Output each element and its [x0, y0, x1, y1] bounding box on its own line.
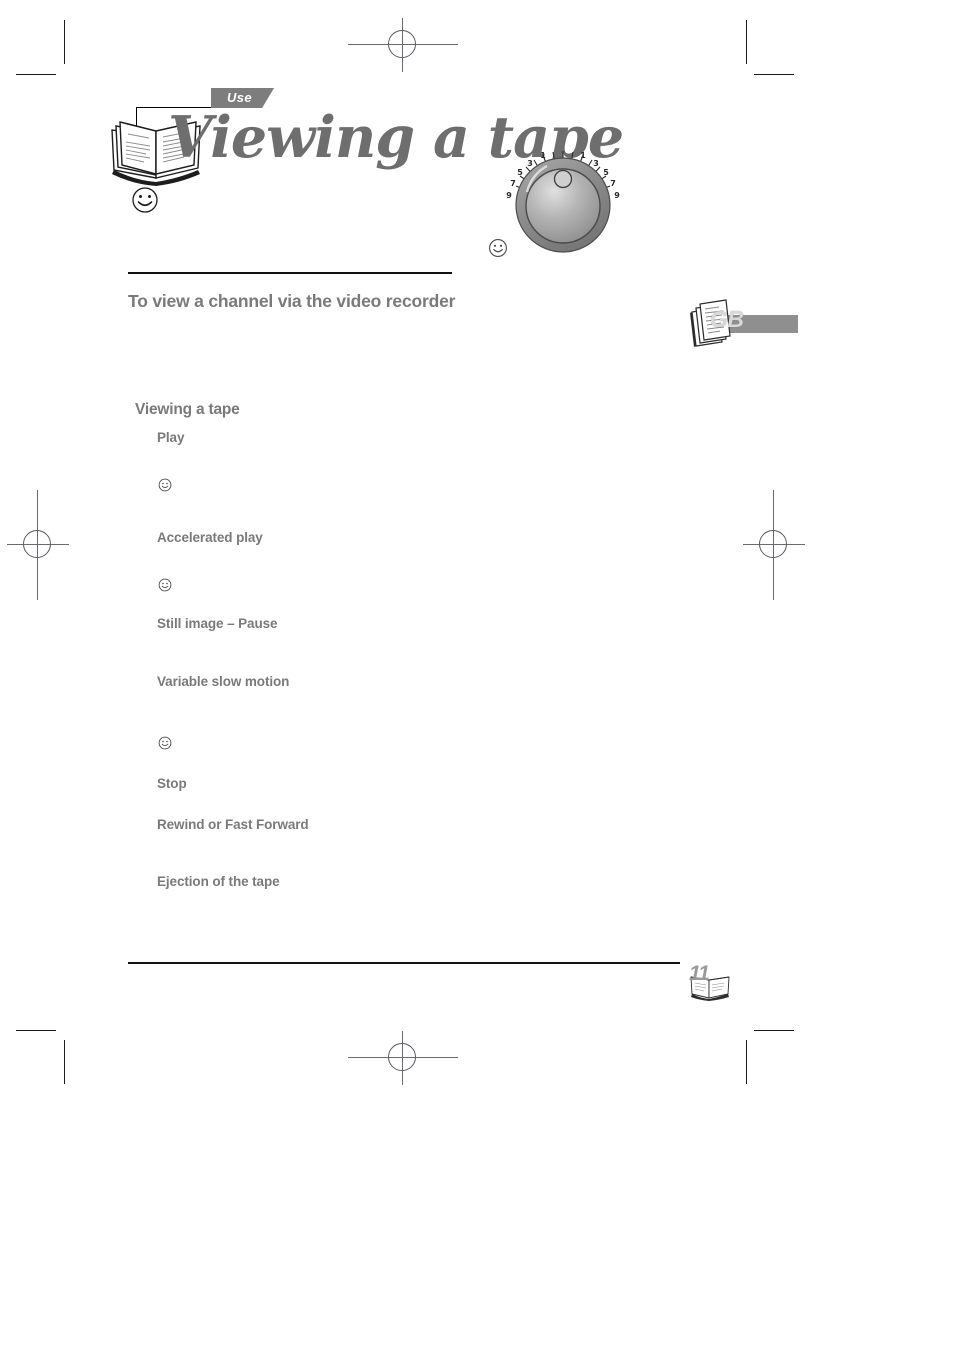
crop-mark-bottom-left-horizontal	[16, 1030, 56, 1031]
footer-divider	[128, 962, 680, 964]
smiley-face-icon	[158, 578, 172, 592]
smiley-face-icon	[489, 239, 507, 257]
crop-mark-top-left-horizontal	[16, 74, 56, 75]
svg-text:7: 7	[510, 179, 516, 188]
list-item: Variable slow motion	[157, 674, 290, 689]
rotary-shuttle-dial-icon: 0 1 3 5 7 9 1 3 5 7 9	[506, 151, 620, 253]
language-tab-label: GB	[710, 306, 744, 332]
crop-mark-bottom-right-horizontal	[754, 1030, 794, 1031]
svg-text:1: 1	[540, 151, 546, 160]
svg-text:7: 7	[610, 179, 616, 188]
list-item: Rewind or Fast Forward	[157, 817, 309, 832]
svg-text:9: 9	[506, 191, 512, 200]
page-number: 11	[689, 962, 710, 985]
section-divider-top	[128, 272, 452, 274]
sub-heading: Viewing a tape	[135, 401, 240, 418]
svg-text:5: 5	[517, 168, 523, 177]
crop-mark-top-left-vertical	[64, 20, 65, 64]
registration-ring	[388, 1043, 416, 1071]
svg-text:3: 3	[527, 159, 533, 168]
document-page: Use Viewing a tape 1 3 5 7 9 1 3 5 7 9 G…	[0, 0, 954, 1351]
section-heading: To view a channel via the video recorder	[128, 291, 456, 311]
registration-ring	[388, 30, 416, 58]
list-item: Still image – Pause	[157, 616, 278, 631]
crop-mark-top-right-vertical	[746, 20, 747, 64]
registration-ring	[23, 530, 51, 558]
registration-ring	[759, 530, 787, 558]
list-item: Stop	[157, 776, 187, 791]
smiley-face-icon	[158, 478, 172, 492]
language-tab: GB	[686, 296, 798, 352]
list-item: Accelerated play	[157, 530, 263, 545]
smiley-face-icon	[158, 736, 172, 750]
smiley-face-icon	[132, 187, 158, 213]
svg-text:3: 3	[593, 159, 599, 168]
crop-mark-top-right-horizontal	[754, 74, 794, 75]
registration-mark-right	[733, 490, 815, 600]
list-item: Ejection of the tape	[157, 874, 280, 889]
crop-mark-bottom-right-vertical	[746, 1040, 747, 1084]
svg-text:1: 1	[580, 151, 586, 160]
svg-text:9: 9	[614, 191, 620, 200]
registration-mark-top	[348, 4, 458, 86]
list-item: Play	[157, 430, 185, 445]
crop-mark-bottom-left-vertical	[64, 1040, 65, 1084]
registration-mark-left	[0, 490, 79, 600]
svg-text:5: 5	[603, 168, 609, 177]
registration-mark-bottom	[348, 1017, 458, 1099]
